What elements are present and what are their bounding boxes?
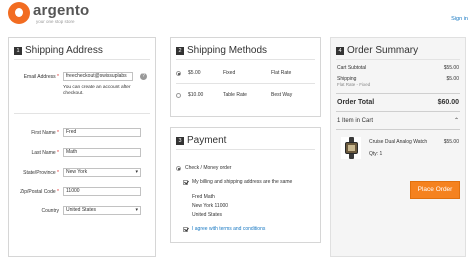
shipping-address-title: 1 Shipping Address <box>14 45 103 56</box>
zip-field[interactable]: 11000 <box>63 187 141 196</box>
zip-label: Zip/Postal Code * <box>20 189 59 195</box>
subtotal-value: $55.00 <box>443 65 459 71</box>
logo-name: argento <box>33 2 90 19</box>
logo-mark-icon <box>8 2 30 24</box>
shipping-method-carrier: Best Way <box>271 92 293 98</box>
shipping-methods-title: 2 Shipping Methods <box>176 45 267 56</box>
sign-in-link[interactable]: Sign in <box>451 16 468 22</box>
order-summary-panel: 4 Order Summary Cart Subtotal $55.00 Ship… <box>330 37 466 257</box>
divider <box>14 113 150 114</box>
divider <box>336 59 460 60</box>
same-address-checkbox[interactable] <box>183 180 188 185</box>
payment-method-radio[interactable] <box>176 166 181 171</box>
brand-logo[interactable]: argento your one stop store <box>8 2 118 26</box>
divider <box>176 59 315 60</box>
product-price: $55.00 <box>443 139 459 145</box>
shipping-value: $5.00 <box>446 76 459 82</box>
product-name: Cruise Dual Analog Watch <box>369 139 428 145</box>
email-note: You can create an account after checkout… <box>63 85 131 96</box>
step-number: 2 <box>176 47 184 55</box>
billing-name: Fred Math <box>192 194 215 200</box>
order-total-label: Order Total <box>337 99 375 106</box>
place-order-button[interactable]: Place Order <box>410 181 460 199</box>
divider <box>176 149 315 150</box>
chevron-down-icon: ▾ <box>135 169 138 175</box>
state-label: State/Province * <box>23 170 59 176</box>
shipping-method-radio[interactable] <box>176 93 181 98</box>
country-label: Country <box>41 208 59 214</box>
logo-tagline: your one stop store <box>36 19 75 24</box>
shipping-address-panel: 1 Shipping Address Email Address * freech… <box>8 37 156 257</box>
email-field[interactable]: freecheckout@swissuplabs <box>63 72 133 81</box>
shipping-method-carrier: Flat Rate <box>271 70 292 76</box>
step-number: 4 <box>336 47 344 55</box>
shipping-method-radio[interactable] <box>176 71 181 76</box>
last-name-field[interactable]: Math <box>63 148 141 157</box>
shipping-method-type: Fixed <box>223 70 236 76</box>
payment-method-label: Check / Money order <box>185 165 232 171</box>
shipping-method-price: $10.00 <box>188 92 204 98</box>
last-name-label: Last Name * <box>31 150 59 156</box>
payment-title: 3 Payment <box>176 135 226 146</box>
shipping-method-name: Flat Rate - Fixed <box>337 82 371 87</box>
divider <box>176 83 315 84</box>
shipping-method-type: Table Rate <box>223 92 247 98</box>
divider <box>14 59 150 60</box>
shipping-methods-panel: 2 Shipping Methods $5.00 Fixed Flat Rate … <box>170 37 321 117</box>
step-number: 3 <box>176 137 184 145</box>
country-select[interactable]: United States ▾ <box>63 206 141 215</box>
question-icon[interactable]: ? <box>140 73 147 80</box>
divider <box>336 129 460 130</box>
watch-icon <box>345 142 358 154</box>
first-name-field[interactable]: Fred <box>63 128 141 137</box>
first-name-label: First Name * <box>31 130 59 136</box>
chevron-down-icon: ▾ <box>135 207 138 213</box>
subtotal-label: Cart Subtotal <box>337 65 367 71</box>
payment-panel: 3 Payment Check / Money order My billing … <box>170 127 321 243</box>
product-thumbnail <box>341 137 361 159</box>
terms-checkbox[interactable] <box>183 227 188 232</box>
state-select[interactable]: New York ▾ <box>63 168 141 177</box>
chevron-up-icon[interactable]: ⌃ <box>454 117 459 124</box>
order-summary-title: 4 Order Summary <box>336 45 418 56</box>
terms-link[interactable]: I agree with terms and conditions <box>192 226 265 232</box>
order-total-value: $60.00 <box>437 99 459 106</box>
product-qty: Qty: 1 <box>369 151 383 157</box>
divider <box>336 93 460 94</box>
billing-city: New York 11000 <box>192 203 229 209</box>
items-in-cart-toggle[interactable]: 1 Item in Cart <box>337 118 373 124</box>
step-number: 1 <box>14 47 22 55</box>
same-address-label: My billing and shipping address are the … <box>192 179 293 185</box>
shipping-method-price: $5.00 <box>188 70 201 76</box>
divider <box>336 111 460 112</box>
email-label: Email Address * <box>23 74 59 80</box>
billing-country: United States <box>192 212 223 218</box>
